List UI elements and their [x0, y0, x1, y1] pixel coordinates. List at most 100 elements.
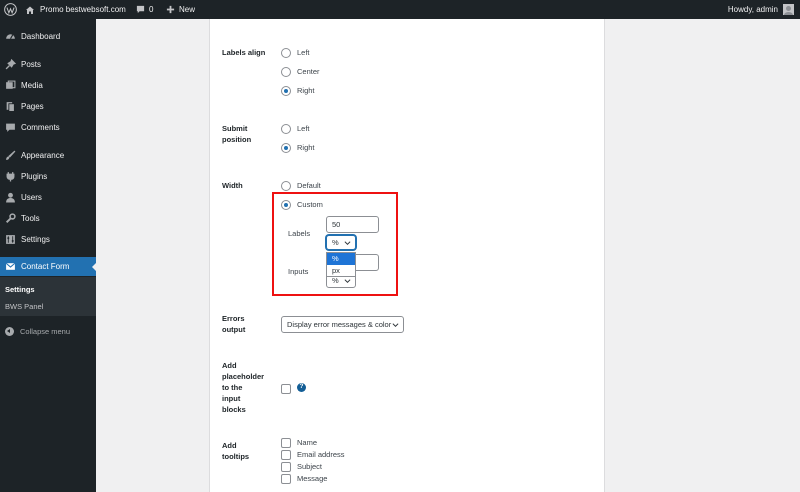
submit-position-right-option[interactable]: Right	[281, 142, 315, 153]
site-name-link[interactable]: Promo bestwebsoft.com	[25, 0, 126, 19]
comments-link[interactable]: 0	[136, 0, 153, 19]
label-line: to the	[222, 383, 243, 392]
tooltip-name-option[interactable]: Name	[281, 437, 317, 448]
submit-position-label: Submit position	[222, 123, 251, 145]
radio-button[interactable]	[281, 66, 291, 77]
sidebar-item-pages[interactable]: Pages	[0, 97, 96, 116]
width-label: Width	[222, 181, 243, 190]
option-label: Subject	[297, 462, 323, 471]
sidebar-item-comments[interactable]: Comments	[0, 118, 96, 137]
comments-count: 0	[149, 5, 154, 14]
sidebar-item-tools[interactable]: Tools	[0, 209, 96, 228]
submenu-item-settings[interactable]: Settings	[5, 285, 35, 294]
label-line: position	[222, 135, 252, 144]
labels-align-center-option[interactable]: Center	[281, 66, 320, 77]
sidebar-item-label: Media	[21, 81, 43, 90]
sidebar-item-settings[interactable]: Settings	[0, 230, 96, 249]
envelope-icon	[5, 261, 16, 272]
sidebar-item-label: Contact Form	[21, 262, 70, 271]
labels-align-left-option[interactable]: Left	[281, 47, 310, 58]
sidebar-item-label: Plugins	[21, 172, 48, 181]
collapse-menu-button[interactable]: Collapse menu	[0, 323, 96, 339]
plug-icon	[5, 171, 16, 182]
tooltip-email-option[interactable]: Email address	[281, 449, 345, 460]
sidebar-item-label: Posts	[21, 60, 42, 69]
placeholder-checkbox[interactable]	[281, 383, 297, 394]
checkbox[interactable]	[281, 449, 291, 460]
label-line: output	[222, 325, 246, 334]
sidebar-item-label: Tools	[21, 214, 40, 223]
sidebar-item-users[interactable]: Users	[0, 188, 96, 207]
option-label: Email address	[297, 450, 345, 459]
admin-sidebar: Dashboard Posts Media Pages Comments App…	[0, 19, 97, 492]
radio-button-checked[interactable]	[281, 142, 291, 153]
new-label: New	[179, 5, 196, 14]
wrench-icon	[5, 213, 16, 224]
radio-button[interactable]	[281, 180, 291, 191]
label-line: input	[222, 394, 241, 403]
sidebar-item-label: Comments	[21, 123, 60, 132]
brush-icon	[5, 150, 16, 161]
comment-icon	[136, 5, 145, 14]
contact-form-submenu: Settings BWS Panel	[0, 277, 96, 316]
dashboard-icon	[5, 31, 16, 42]
comment-icon	[5, 122, 16, 133]
tooltip-subject-option[interactable]: Subject	[281, 461, 322, 472]
option-label: Name	[297, 438, 318, 447]
select-value: Display error messages & color	[287, 320, 392, 329]
option-label: Right	[297, 143, 315, 152]
submenu-item-bws-panel[interactable]: BWS Panel	[5, 302, 43, 311]
sidebar-item-media[interactable]: Media	[0, 76, 96, 95]
checkbox[interactable]	[281, 473, 291, 484]
chevron-down-icon	[392, 323, 399, 328]
label-line: Add	[222, 441, 237, 450]
collapse-icon	[5, 326, 14, 336]
wordpress-logo-icon[interactable]	[4, 0, 18, 19]
label-line: placeholder	[222, 372, 265, 381]
avatar	[783, 4, 794, 15]
option-label: Left	[297, 124, 310, 133]
current-menu-arrow	[92, 262, 97, 272]
plus-icon	[166, 5, 175, 14]
checkbox[interactable]	[281, 461, 291, 472]
label-line: tooltips	[222, 452, 250, 461]
checkbox[interactable]	[281, 383, 291, 394]
option-label: Message	[297, 474, 328, 483]
settings-panel	[209, 19, 605, 492]
highlight-box	[272, 192, 398, 296]
width-default-option[interactable]: Default	[281, 180, 321, 191]
checkbox[interactable]	[281, 437, 291, 448]
submit-position-left-option[interactable]: Left	[281, 123, 310, 134]
option-label: Default	[297, 181, 321, 190]
label-line: blocks	[222, 405, 246, 414]
sidebar-item-appearance[interactable]: Appearance	[0, 146, 96, 165]
sidebar-item-label: Dashboard	[21, 32, 61, 41]
sliders-icon	[5, 234, 16, 245]
tooltip-message-option[interactable]: Message	[281, 473, 327, 484]
label-line: Submit	[222, 124, 248, 133]
radio-button[interactable]	[281, 123, 291, 134]
placeholder-label: Add placeholder to the input blocks	[222, 360, 264, 415]
errors-output-select[interactable]: Display error messages & color	[281, 316, 404, 333]
media-icon	[5, 80, 16, 91]
option-label: Center	[297, 67, 320, 76]
new-content-link[interactable]: New	[166, 0, 195, 19]
radio-button-checked[interactable]	[281, 85, 291, 96]
help-icon[interactable]: ?	[297, 383, 306, 392]
pages-icon	[5, 101, 16, 112]
sidebar-item-plugins[interactable]: Plugins	[0, 167, 96, 186]
account-menu[interactable]: Howdy, admin	[728, 0, 794, 19]
user-icon	[5, 192, 16, 203]
sidebar-item-posts[interactable]: Posts	[0, 55, 96, 74]
errors-output-label: Errors output	[222, 313, 245, 335]
sidebar-item-label: Settings	[21, 235, 50, 244]
option-label: Right	[297, 86, 315, 95]
radio-button[interactable]	[281, 47, 291, 58]
site-name: Promo bestwebsoft.com	[40, 5, 126, 14]
labels-align-right-option[interactable]: Right	[281, 85, 315, 96]
sidebar-item-contact-form[interactable]: Contact Form	[0, 257, 97, 276]
sidebar-item-dashboard[interactable]: Dashboard	[0, 27, 96, 46]
collapse-label: Collapse menu	[20, 326, 71, 336]
option-label: Left	[297, 48, 310, 57]
sidebar-item-label: Users	[21, 193, 42, 202]
